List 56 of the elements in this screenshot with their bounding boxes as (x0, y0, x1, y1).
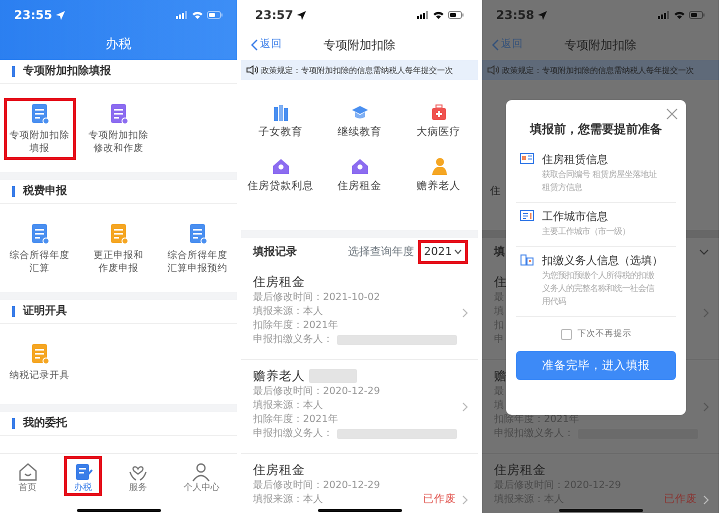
record-detail: 申报扣缴义务人： (253, 333, 333, 347)
tile-label: 修改和作废 (92, 142, 144, 155)
prep-item-description: 获取合同编号 租赁房屋坐落地址 (542, 168, 657, 181)
records-title: 填 (494, 244, 505, 260)
tile-label: 更正申报和 (94, 249, 144, 262)
record-detail: 填报来源：本人 (253, 493, 323, 507)
record-title: 住房租金 (253, 461, 305, 479)
year-hint: 选择查询年度 (348, 244, 414, 260)
record-status: 已作废 (664, 492, 697, 507)
prep-item-description: 租赁方信息 (542, 181, 584, 194)
tile-label: 填报 (28, 142, 50, 155)
policy-notice: 政策规定：专项附加扣除的信息需纳税人每年提交一次 (261, 64, 453, 76)
prep-item-title: 扣缴义务人信息（选填） (542, 253, 663, 269)
section-title: 我的委托 (23, 415, 67, 432)
record-title: 住房租金 (253, 273, 305, 291)
record-detail: 最后修改时间：2020-12-29 (253, 385, 380, 399)
record-title: 赡 (494, 367, 507, 385)
tile-label: 汇算申报预约 (168, 262, 228, 275)
page-title: 办税 (106, 36, 132, 54)
records-title: 填报记录 (253, 244, 297, 260)
tile-label: 专项附加扣除 (88, 129, 148, 142)
record-detail: 申报扣缴义务人： (253, 427, 333, 441)
status-time: 23:57 (255, 7, 294, 24)
page-title: 专项附加扣除 (324, 37, 396, 54)
section-title: 专项附加扣除填报 (23, 63, 111, 80)
record-detail: 填报来源：本人 (253, 305, 323, 319)
record-title: 住房租金 (494, 461, 546, 479)
tile-label: 专项附加扣除 (10, 129, 70, 142)
tile-label: 纳税记录开具 (10, 369, 70, 382)
record-detail: 扣除年度：2021年 (253, 319, 338, 333)
policy-notice: 政策规定：专项附加扣除的信息需纳税人每年提交一次 (502, 64, 694, 76)
record-status: 已作废 (423, 492, 456, 507)
prep-item-description: 用代码 (542, 295, 567, 308)
status-time: 23:55 (14, 7, 52, 24)
checkbox-label: 下次不再提示 (578, 328, 632, 340)
dialog-title: 填报前，您需要提前准备 (528, 121, 663, 138)
tile-label: 综合所得年度 (168, 249, 228, 262)
section-title: 税费申报 (23, 183, 67, 200)
record-detail: 最后修改时间：2020-12-29 (253, 479, 380, 493)
record-title: 住 (494, 273, 507, 291)
tile-label: 作废申报 (98, 262, 140, 275)
record-detail: 扣除年度：2021年 (253, 413, 338, 427)
status-time: 23:58 (496, 7, 534, 24)
prep-item-description: 为您预扣预缴个人所得税的扣缴 (542, 269, 656, 282)
page-title: 专项附加扣除 (564, 37, 636, 54)
prep-item-description: 义务人的完整名称和统一社会信 (542, 282, 656, 295)
prep-item-description: 主要工作城市（市一级） (542, 225, 630, 238)
record-title: 赡养老人 (253, 367, 305, 385)
category-label: 住 (490, 184, 501, 200)
prep-item-title: 住房租赁信息 (542, 152, 609, 168)
tile-label: 汇算 (28, 262, 50, 275)
prep-item-title: 工作城市信息 (542, 209, 609, 225)
record-detail: 填报来源：本人 (253, 399, 323, 413)
tile-label: 综合所得年度 (10, 249, 70, 262)
record-detail: 最后修改时间：2021-10-02 (253, 291, 380, 305)
section-title: 证明开具 (23, 303, 67, 320)
